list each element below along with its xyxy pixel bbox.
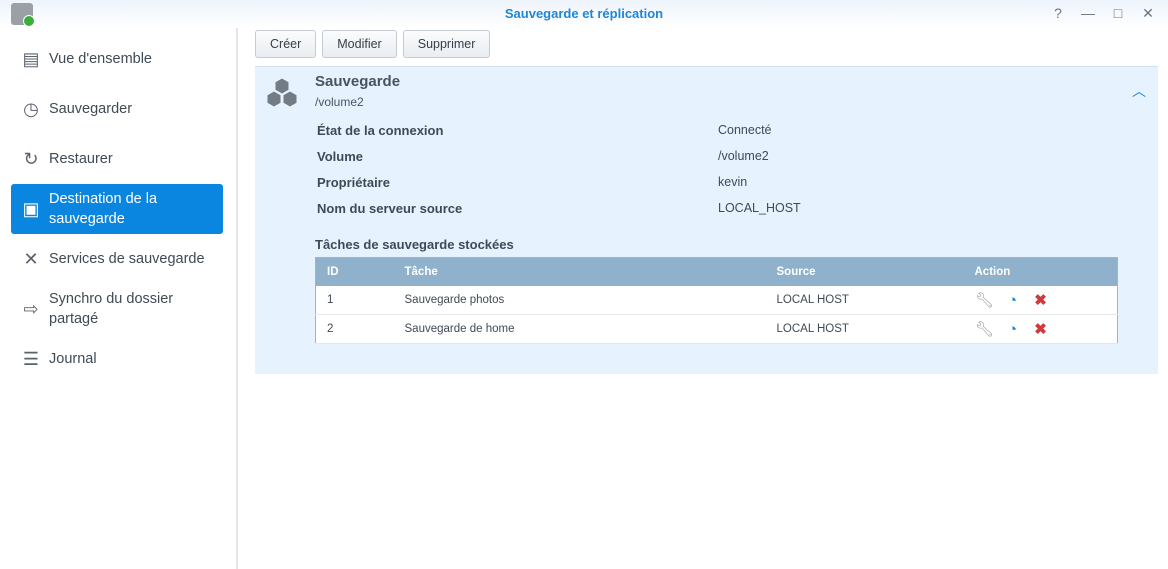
sidebar-item-overview[interactable]: ▤ Vue d'ensemble bbox=[11, 34, 223, 84]
modify-button[interactable]: Modifier bbox=[322, 30, 397, 58]
column-source[interactable]: Source bbox=[765, 257, 964, 286]
tasks-section-title: Tâches de sauvegarde stockées bbox=[315, 237, 514, 252]
delete-x-icon[interactable]: ✖ bbox=[1031, 320, 1051, 338]
backup-history-icon: ◷ bbox=[23, 99, 39, 119]
sidebar-item-backup[interactable]: ◷ Sauvegarder bbox=[11, 84, 223, 134]
cubes-icon bbox=[266, 77, 298, 108]
collapse-chevron-icon[interactable]: ︿ bbox=[1132, 81, 1146, 101]
column-id[interactable]: ID bbox=[315, 257, 394, 286]
overview-icon: ▤ bbox=[22, 49, 40, 69]
table-row[interactable]: 1 Sauvegarde photos LOCAL HOST 🔧︎ ◔ ✖ bbox=[315, 285, 1118, 315]
sidebar-item-services[interactable]: ✕ Services de sauvegarde bbox=[11, 234, 223, 284]
panel-subtitle: /volume2 bbox=[315, 95, 364, 109]
toolbar: Créer Modifier Supprimer bbox=[255, 30, 491, 58]
help-button[interactable]: ? bbox=[1050, 5, 1066, 22]
field-source-server: Nom du serveur source LOCAL_HOST bbox=[317, 201, 801, 216]
restore-icon: ↻ bbox=[23, 149, 39, 169]
close-button[interactable]: ✕ bbox=[1140, 5, 1156, 22]
create-button[interactable]: Créer bbox=[255, 30, 317, 58]
column-action[interactable]: Action bbox=[963, 257, 1118, 286]
destination-panel: Sauvegarde /volume2 ︿ État de la connexi… bbox=[255, 66, 1158, 374]
sidebar: ▤ Vue d'ensemble ◷ Sauvegarder ↻ Restaurer … bbox=[0, 28, 238, 569]
sidebar-item-journal[interactable]: ☰ Journal bbox=[11, 334, 223, 384]
field-connection-state: État de la connexion Connecté bbox=[317, 123, 772, 138]
field-volume: Volume/volume2 bbox=[317, 149, 769, 164]
log-icon: ☰ bbox=[22, 349, 40, 369]
sync-icon: ⇨ bbox=[23, 299, 39, 319]
sidebar-item-restore[interactable]: ↻ Restaurer bbox=[11, 134, 223, 184]
sidebar-item-sync[interactable]: ⇨ Synchro du dossier partagé bbox=[11, 284, 223, 334]
field-owner: Propriétaire kevin bbox=[317, 175, 748, 190]
title-bar: Sauvegarde et réplication ? — □ ✕ bbox=[0, 0, 1168, 28]
sidebar-item-destination[interactable]: ▣ Destination de la sauvegarde bbox=[11, 184, 223, 234]
panel-title: Sauvegarde bbox=[315, 73, 401, 90]
wrench-icon[interactable]: 🔧︎ bbox=[975, 291, 995, 309]
column-task[interactable]: Tâche bbox=[393, 257, 766, 286]
table-row[interactable]: 2 Sauvegarde de home LOCAL HOST 🔧︎ ◔ ✖ bbox=[315, 314, 1118, 344]
destination-icon: ▣ bbox=[22, 199, 40, 219]
clock-icon[interactable]: ◔ bbox=[1003, 292, 1023, 309]
maximize-button[interactable]: □ bbox=[1110, 5, 1126, 22]
tasks-table: ID Tâche Source Action 1 Sauvegarde phot… bbox=[315, 257, 1118, 344]
delete-button[interactable]: Supprimer bbox=[402, 30, 491, 58]
delete-x-icon[interactable]: ✖ bbox=[1031, 291, 1051, 309]
wrench-icon[interactable]: 🔧︎ bbox=[975, 320, 995, 338]
tools-icon: ✕ bbox=[23, 249, 39, 269]
minimize-button[interactable]: — bbox=[1080, 5, 1096, 22]
window-title: Sauvegarde et réplication bbox=[504, 6, 664, 21]
clock-icon[interactable]: ◔ bbox=[1003, 321, 1023, 338]
